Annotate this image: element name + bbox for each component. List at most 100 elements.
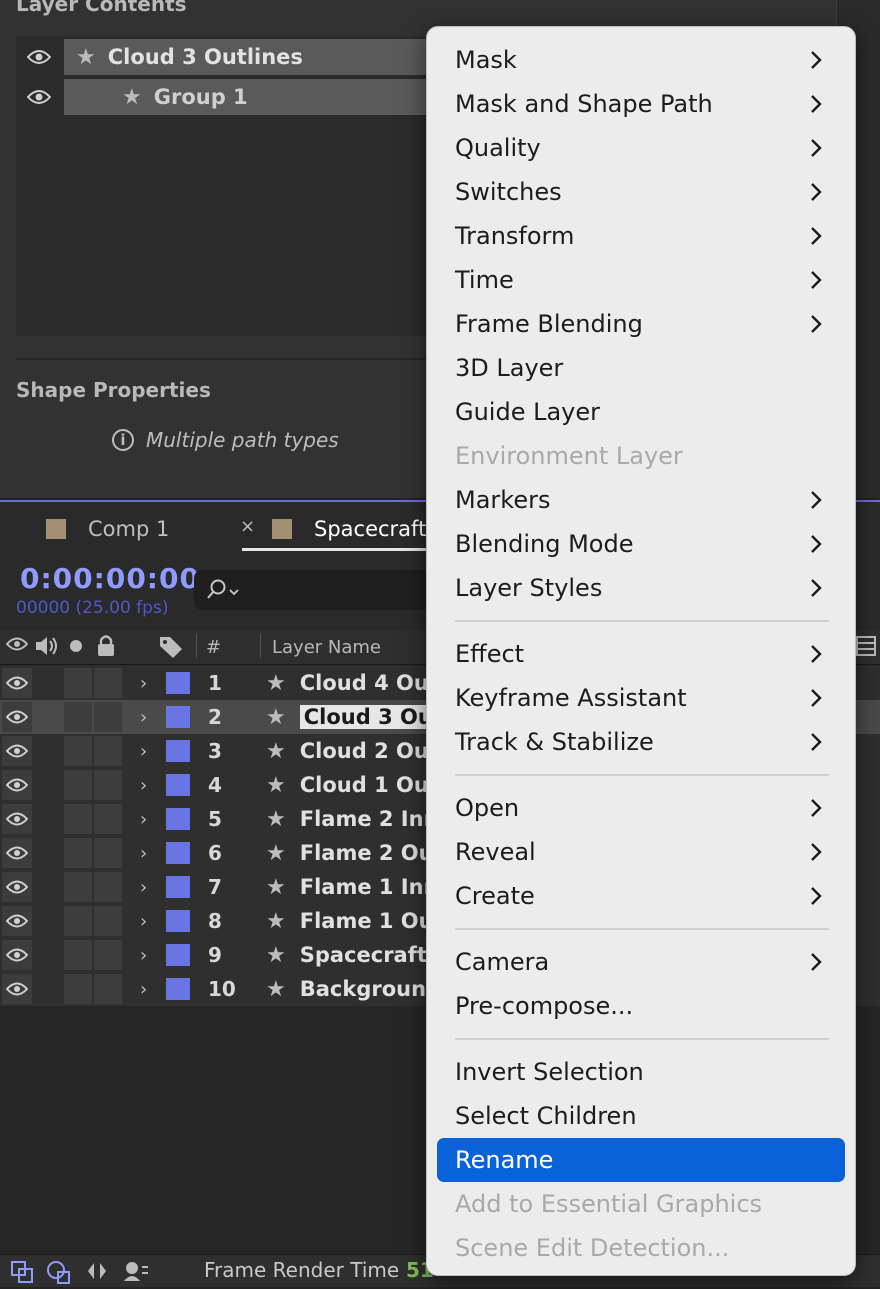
chevron-right-icon[interactable]: › [140, 904, 147, 938]
menu-item-blending-mode[interactable]: Blending Mode [437, 522, 845, 566]
chevron-right-icon[interactable]: › [140, 768, 147, 802]
eye-icon[interactable] [2, 872, 32, 902]
lock-switch[interactable] [94, 736, 122, 766]
layer-name[interactable]: ★ Flame 2 Inn [266, 802, 439, 836]
menu-item-select-children[interactable]: Select Children [437, 1094, 845, 1138]
layer-name[interactable]: ★ Background [266, 972, 441, 1006]
close-icon[interactable]: × [240, 516, 255, 537]
label-color-swatch[interactable] [166, 774, 190, 796]
menu-item-create[interactable]: Create [437, 874, 845, 918]
lock-switch[interactable] [94, 872, 122, 902]
menu-item-switches[interactable]: Switches [437, 170, 845, 214]
layer-name-column-header[interactable]: Layer Name [272, 637, 381, 658]
menu-item-mask[interactable]: Mask [437, 38, 845, 82]
timecode[interactable]: 0:00:00:00 [20, 562, 200, 595]
solo-switch[interactable] [64, 940, 92, 970]
comp-mini-flowchart-icon[interactable] [10, 1260, 34, 1289]
menu-item-pre-compose[interactable]: Pre-compose... [437, 984, 845, 1028]
chevron-right-icon[interactable]: › [140, 700, 147, 734]
solo-switch[interactable] [64, 668, 92, 698]
solo-switch[interactable] [64, 838, 92, 868]
layer-name[interactable]: ★ Cloud 1 Out [266, 768, 439, 802]
label-color-swatch[interactable] [166, 740, 190, 762]
menu-item-3d-layer[interactable]: 3D Layer [437, 346, 845, 390]
solo-switch[interactable] [64, 736, 92, 766]
label-color-swatch[interactable] [166, 808, 190, 830]
layer-name[interactable]: ★ Cloud 4 Out [266, 666, 439, 700]
chevron-right-icon[interactable]: › [140, 802, 147, 836]
layer-name[interactable]: ★ Flame 2 Out [266, 836, 444, 870]
render-toggle-icon[interactable] [46, 1260, 72, 1289]
eye-icon[interactable] [16, 38, 62, 76]
menu-item-guide-layer[interactable]: Guide Layer [437, 390, 845, 434]
menu-item-quality[interactable]: Quality [437, 126, 845, 170]
menu-item-markers[interactable]: Markers [437, 478, 845, 522]
menu-item-mask-and-shape-path[interactable]: Mask and Shape Path [437, 82, 845, 126]
layer-contents-item[interactable]: ★ Group 1 [64, 79, 436, 115]
eye-icon[interactable] [2, 804, 32, 834]
menu-item-open[interactable]: Open [437, 786, 845, 830]
chevron-right-icon[interactable]: › [140, 938, 147, 972]
layer-name[interactable]: ★ Cloud 3 Out [266, 700, 447, 734]
eye-icon[interactable] [2, 906, 32, 936]
solo-switch[interactable] [64, 974, 92, 1004]
layer-search-input[interactable] [194, 570, 434, 610]
menu-item-keyframe-assistant[interactable]: Keyframe Assistant [437, 676, 845, 720]
menu-item-time[interactable]: Time [437, 258, 845, 302]
eye-icon[interactable] [2, 736, 32, 766]
tab-spacecraft[interactable]: Spacecraft [272, 512, 426, 546]
chevron-right-icon[interactable]: › [140, 734, 147, 768]
menu-item-rename[interactable]: Rename [437, 1138, 845, 1182]
label-color-swatch[interactable] [166, 672, 190, 694]
label-color-swatch[interactable] [166, 978, 190, 1000]
chevron-right-icon[interactable]: › [140, 666, 147, 700]
chevron-right-icon[interactable]: › [140, 836, 147, 870]
menu-item-transform[interactable]: Transform [437, 214, 845, 258]
motion-blur-icon[interactable] [120, 1259, 150, 1288]
layer-name[interactable]: ★ Spacecraft C [266, 938, 450, 972]
panel-menu-icon[interactable] [856, 636, 876, 661]
layer-name[interactable]: ★ Cloud 2 Out [266, 734, 439, 768]
chevron-right-icon[interactable]: › [140, 972, 147, 1006]
solo-switch[interactable] [64, 906, 92, 936]
menu-item-effect[interactable]: Effect [437, 632, 845, 676]
menu-item-layer-styles[interactable]: Layer Styles [437, 566, 845, 610]
menu-item-track-stabilize[interactable]: Track & Stabilize [437, 720, 845, 764]
in-out-icon[interactable] [86, 1259, 108, 1288]
lock-switch[interactable] [94, 906, 122, 936]
layer-contents-item[interactable]: ★ Cloud 3 Outlines [64, 39, 436, 75]
label-color-swatch[interactable] [166, 706, 190, 728]
solo-switch[interactable] [64, 872, 92, 902]
layer-name[interactable]: ★ Flame 1 Inn [266, 870, 439, 904]
solo-switch[interactable] [64, 804, 92, 834]
lock-switch[interactable] [94, 668, 122, 698]
menu-item-camera[interactable]: Camera [437, 940, 845, 984]
eye-icon[interactable] [2, 668, 32, 698]
menu-item-reveal[interactable]: Reveal [437, 830, 845, 874]
label-color-swatch[interactable] [166, 842, 190, 864]
lock-switch[interactable] [94, 770, 122, 800]
eye-icon[interactable] [2, 838, 32, 868]
eye-icon[interactable] [16, 78, 62, 116]
solo-switch[interactable] [64, 770, 92, 800]
tab-comp-1[interactable]: Comp 1 [46, 512, 169, 546]
lock-switch[interactable] [94, 974, 122, 1004]
menu-item-invert-selection[interactable]: Invert Selection [437, 1050, 845, 1094]
label-color-swatch[interactable] [166, 876, 190, 898]
chevron-right-icon[interactable]: › [140, 870, 147, 904]
layer-name[interactable]: ★ Flame 1 Out [266, 904, 444, 938]
lock-switch[interactable] [94, 702, 122, 732]
eye-icon[interactable] [2, 770, 32, 800]
lock-switch[interactable] [94, 804, 122, 834]
solo-switch[interactable] [64, 702, 92, 732]
lock-switch[interactable] [94, 838, 122, 868]
label-color-swatch[interactable] [166, 910, 190, 932]
layer-number: 9 [208, 943, 222, 967]
lock-switch[interactable] [94, 940, 122, 970]
menu-item-frame-blending[interactable]: Frame Blending [437, 302, 845, 346]
label-color-swatch[interactable] [166, 944, 190, 966]
eye-icon[interactable] [2, 702, 32, 732]
eye-icon[interactable] [2, 974, 32, 1004]
eye-icon[interactable] [2, 940, 32, 970]
menu-item-label: Layer Styles [455, 574, 603, 602]
